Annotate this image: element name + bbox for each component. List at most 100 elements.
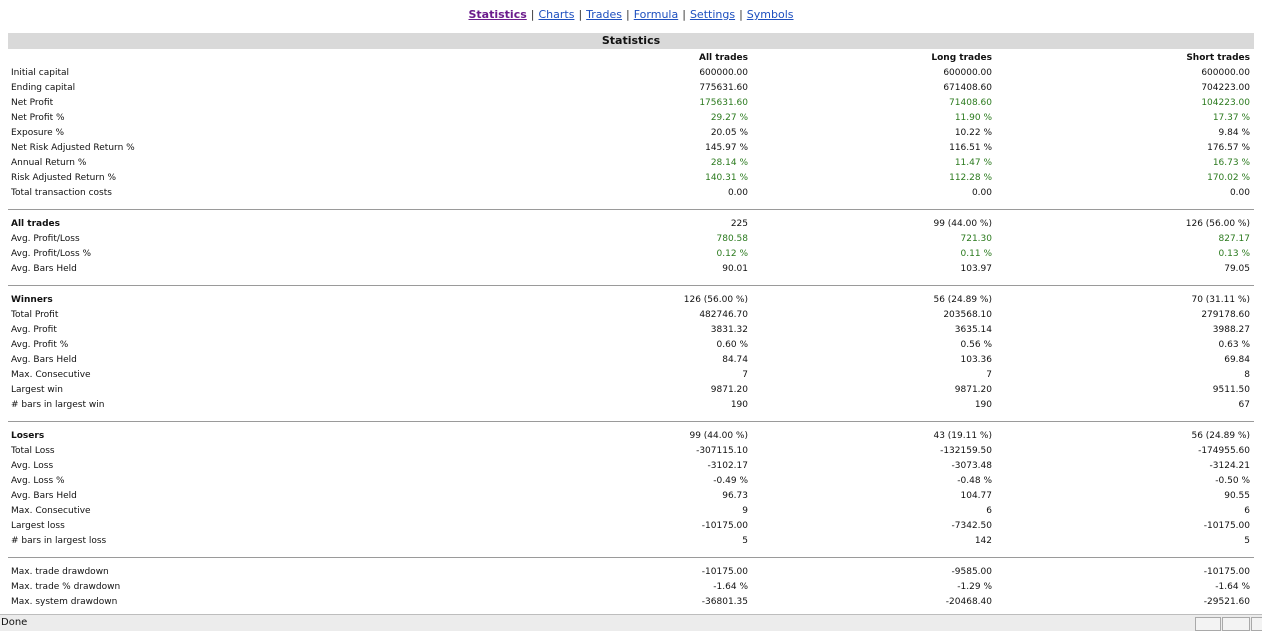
row-label: Risk Adjusted Return % bbox=[11, 173, 117, 183]
nav-separator: | bbox=[578, 8, 583, 21]
stat-row: Risk Adjusted Return % 140.31 % 112.28 % 17… bbox=[0, 171, 1262, 186]
row-value: 142 bbox=[974, 536, 992, 546]
row-label: Avg. Bars Held bbox=[11, 355, 77, 365]
row-value: 79.05 bbox=[1224, 264, 1250, 274]
row-value: -29521.60 bbox=[1203, 597, 1250, 607]
group-header-row: Winners 126 (56.00 %) 56 (24.89 %) 70 (31.1… bbox=[0, 293, 1262, 308]
row-value: 126 (56.00 %) bbox=[683, 295, 748, 305]
row-value: 56 (24.89 %) bbox=[933, 295, 992, 305]
nav-separator: | bbox=[530, 8, 535, 21]
row-value: 0.12 % bbox=[716, 249, 748, 259]
row-label: Avg. Loss % bbox=[11, 476, 65, 486]
row-value: 116.51 % bbox=[949, 143, 992, 153]
stat-row: Max. Consecutive 7 7 8 bbox=[0, 368, 1262, 383]
row-value: 8 bbox=[1244, 370, 1250, 380]
section-divider bbox=[0, 413, 1262, 429]
nav-link-charts[interactable]: Charts bbox=[538, 8, 574, 21]
row-value: 28.14 % bbox=[710, 158, 748, 168]
stat-row: Annual Return % 28.14 % 11.47 % 16.73 % bbox=[0, 156, 1262, 171]
stat-row: Avg. Loss % -0.49 % -0.48 % -0.50 % bbox=[0, 474, 1262, 489]
section-divider bbox=[0, 277, 1262, 293]
column-headers: All trades Long trades Short trades bbox=[0, 51, 1262, 66]
row-label: All trades bbox=[11, 219, 60, 229]
row-label: Avg. Loss bbox=[11, 461, 54, 471]
row-label: Exposure % bbox=[11, 128, 65, 138]
row-value: 0.11 % bbox=[960, 249, 992, 259]
row-value: -10175.00 bbox=[701, 521, 748, 531]
stat-row: Avg. Bars Held 96.73 104.77 90.55 bbox=[0, 489, 1262, 504]
row-label: Total Loss bbox=[11, 446, 55, 456]
row-value: 70 (31.11 %) bbox=[1191, 295, 1250, 305]
row-value: -3102.17 bbox=[707, 461, 748, 471]
stat-row: # bars in largest loss 5 142 5 bbox=[0, 534, 1262, 549]
stat-row: Avg. Bars Held 90.01 103.97 79.05 bbox=[0, 262, 1262, 277]
row-value: 0.00 bbox=[727, 188, 748, 198]
column-header-short: Short trades bbox=[1186, 53, 1250, 63]
row-value: 29.27 % bbox=[710, 113, 748, 123]
row-label: Avg. Profit % bbox=[11, 340, 69, 350]
stat-row: Total transaction costs 0.00 0.00 0.00 bbox=[0, 186, 1262, 201]
stat-row: Total Loss -307115.10 -132159.50 -174955.60 bbox=[0, 444, 1262, 459]
section-title: Statistics bbox=[8, 33, 1254, 49]
row-value: 103.97 bbox=[960, 264, 993, 274]
row-label: # bars in largest loss bbox=[11, 536, 107, 546]
row-value: 600000.00 bbox=[943, 68, 992, 78]
status-text: Done bbox=[1, 617, 28, 628]
row-label: Avg. Bars Held bbox=[11, 491, 77, 501]
row-value: 0.63 % bbox=[1218, 340, 1250, 350]
row-value: -10175.00 bbox=[1203, 567, 1250, 577]
row-value: 780.58 bbox=[716, 234, 749, 244]
row-value: 67 bbox=[1238, 400, 1250, 410]
row-value: 56 (24.89 %) bbox=[1191, 431, 1250, 441]
row-value: 9871.20 bbox=[710, 385, 748, 395]
row-value: -7342.50 bbox=[951, 521, 992, 531]
stat-row: Net Risk Adjusted Return % 145.97 % 116.51… bbox=[0, 141, 1262, 156]
row-value: 104.77 bbox=[960, 491, 993, 501]
row-value: 176.57 % bbox=[1207, 143, 1250, 153]
stat-row: Net Profit 175631.60 71408.60 104223.00 bbox=[0, 96, 1262, 111]
nav-link-symbols[interactable]: Symbols bbox=[747, 8, 794, 21]
row-value: -1.29 % bbox=[957, 582, 992, 592]
row-value: 11.47 % bbox=[954, 158, 992, 168]
nav-link-statistics[interactable]: Statistics bbox=[468, 8, 526, 21]
row-label: Net Profit bbox=[11, 98, 54, 108]
row-value: 99 (44.00 %) bbox=[933, 219, 992, 229]
row-value: -10175.00 bbox=[701, 567, 748, 577]
row-value: -3073.48 bbox=[951, 461, 992, 471]
nav-link-trades[interactable]: Trades bbox=[586, 8, 622, 21]
row-label: Avg. Profit bbox=[11, 325, 57, 335]
row-label: Total Profit bbox=[11, 310, 59, 320]
nav-link-settings[interactable]: Settings bbox=[690, 8, 735, 21]
row-value: -132159.50 bbox=[940, 446, 992, 456]
row-value: 482746.70 bbox=[699, 310, 748, 320]
row-value: 96.73 bbox=[722, 491, 748, 501]
status-panel bbox=[1251, 617, 1262, 631]
row-value: 203568.10 bbox=[943, 310, 992, 320]
row-label: Net Risk Adjusted Return % bbox=[11, 143, 135, 153]
row-value: -0.50 % bbox=[1215, 476, 1250, 486]
row-value: 112.28 % bbox=[949, 173, 992, 183]
row-value: 9.84 % bbox=[1218, 128, 1250, 138]
row-value: 190 bbox=[974, 400, 992, 410]
row-value: 10.22 % bbox=[954, 128, 992, 138]
row-value: 279178.60 bbox=[1201, 310, 1250, 320]
row-value: -9585.00 bbox=[951, 567, 992, 577]
row-value: 175631.60 bbox=[699, 98, 748, 108]
row-label: Annual Return % bbox=[11, 158, 87, 168]
nav-link-formula[interactable]: Formula bbox=[634, 8, 678, 21]
report-nav: Statistics | Charts | Trades | Formula | Setting… bbox=[0, 8, 1262, 21]
row-value: 103.36 bbox=[960, 355, 993, 365]
row-value: 3831.32 bbox=[710, 325, 748, 335]
row-label: Avg. Bars Held bbox=[11, 264, 77, 274]
stat-row: Exposure % 20.05 % 10.22 % 9.84 % bbox=[0, 126, 1262, 141]
row-value: 721.30 bbox=[960, 234, 993, 244]
status-panel bbox=[1222, 617, 1250, 631]
row-value: 69.84 bbox=[1224, 355, 1250, 365]
stat-row: # bars in largest win 190 190 67 bbox=[0, 398, 1262, 413]
row-label: Net Profit % bbox=[11, 113, 65, 123]
group-header-row: Losers 99 (44.00 %) 43 (19.11 %) 56 (24.89 … bbox=[0, 429, 1262, 444]
row-value: 190 bbox=[730, 400, 748, 410]
stat-row: Avg. Profit % 0.60 % 0.56 % 0.63 % bbox=[0, 338, 1262, 353]
row-value: -307115.10 bbox=[696, 446, 748, 456]
row-value: 0.13 % bbox=[1218, 249, 1250, 259]
